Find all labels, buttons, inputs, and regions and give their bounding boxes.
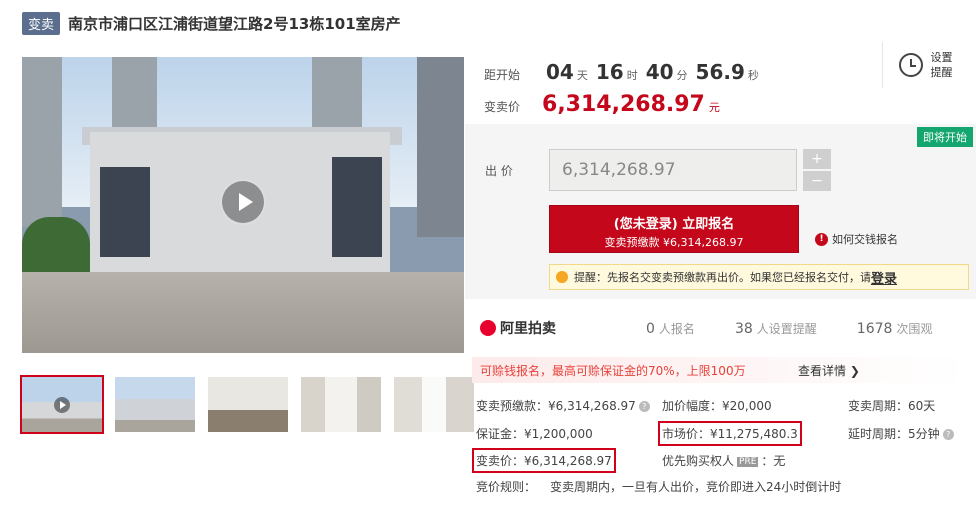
market-price-info: 市场价：¥11,275,480.3 [658, 421, 802, 446]
set-reminder-button[interactable]: 设置提醒 [882, 42, 972, 88]
countdown-minutes: 40 [645, 60, 674, 84]
countdown-days: 04 [546, 60, 574, 84]
auction-type-tag: 变卖 [22, 12, 61, 35]
login-link[interactable]: 登录 [871, 268, 897, 287]
alarm-clock-icon [898, 53, 923, 77]
stats-bar: 阿里拍卖 0 人报名 38 人设置提醒 1678 次围观 [480, 318, 970, 338]
bid-amount-input[interactable]: 6,314,268.97 [549, 149, 797, 191]
how-to-pay-link[interactable]: ! 如何交钱报名 [815, 231, 898, 247]
period-info: 变卖周期：60天 [848, 399, 936, 413]
signup-count: 0 人报名 [646, 320, 695, 337]
play-icon [54, 397, 70, 413]
bid-stepper: + − [803, 149, 831, 193]
increment-info: 加价幅度：¥20,000 [662, 399, 772, 413]
bid-label: 出 价 [485, 164, 513, 178]
countdown-hours: 16 [595, 60, 624, 84]
page-title: 南京市浦口区江浦街道望江路2号13栋101室房产 [68, 15, 401, 33]
thumbnail-5[interactable] [394, 377, 474, 432]
pre-badge: PRE [737, 456, 759, 467]
signup-button[interactable]: (您未登录) 立即报名 变卖预缴款 ¥6,314,268.97 [549, 205, 799, 253]
deposit-info: 变卖预缴款：¥6,314,268.97? [476, 397, 650, 414]
reminder-count: 38 人设置提醒 [734, 320, 817, 337]
priority-buyer-info: 优先购买权人 PRE ：无 [662, 454, 786, 468]
view-details-link[interactable]: 查看详情 ❯ [798, 362, 860, 379]
sell-price-row: 变卖价 6,314,268.97 元 [484, 92, 720, 117]
increase-bid-button[interactable]: + [803, 149, 831, 169]
decrease-bid-button[interactable]: − [803, 171, 831, 191]
bid-panel: 即将开始 出 价 6,314,268.97 + − (您未登录) 立即报名 变卖… [465, 124, 976, 299]
thumbnail-3[interactable] [208, 377, 288, 432]
play-icon[interactable] [220, 179, 266, 225]
bidding-rule: 竞价规则： 变卖周期内，一旦有人出价，竞价即进入24小时倒计时 [476, 480, 842, 494]
delay-info: 延时周期：5分钟? [848, 425, 954, 442]
sell-price-value: 6,314,268.97 [542, 92, 705, 117]
help-icon[interactable]: ? [638, 401, 650, 412]
sell-price-info: 变卖价：¥6,314,268.97 [472, 448, 616, 473]
thumbnail-strip [20, 375, 474, 434]
sell-price-label: 变卖价 [484, 100, 521, 114]
ali-logo-icon [480, 320, 496, 336]
help-icon[interactable]: ? [942, 429, 954, 440]
thumbnail-2[interactable] [115, 377, 195, 432]
countdown: 距开始 04 天 16 时 40 分 56.9 秒 [484, 60, 759, 84]
title-row: 变卖 南京市浦口区江浦街道望江路2号13栋101室房产 [22, 12, 401, 35]
login-tip: 提醒：先报名交变卖预缴款再出价。如果您已经报名交付，请 登录 [549, 264, 969, 290]
credit-notice: 可赊钱报名，最高可赊保证金的70%，上限100万 查看详情 ❯ [472, 357, 966, 383]
thumbnail-4[interactable] [301, 377, 381, 432]
view-count: 1678 次围观 [856, 320, 933, 337]
bond-info: 保证金：¥1,200,000 [476, 427, 593, 441]
status-badge: 即将开始 [917, 127, 973, 147]
info-icon: ! [815, 232, 828, 246]
ali-auction-logo: 阿里拍卖 [480, 318, 556, 338]
countdown-label: 距开始 [484, 68, 521, 82]
lightbulb-icon [556, 271, 568, 283]
thumbnail-1[interactable] [20, 375, 104, 434]
countdown-seconds: 56.9 [695, 60, 745, 84]
main-photo-video[interactable] [22, 57, 464, 353]
